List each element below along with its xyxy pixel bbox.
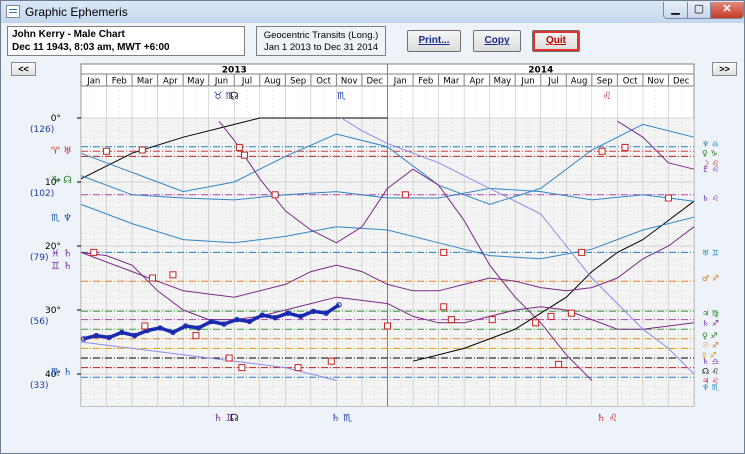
right-natal-glyph: ☉ ♐	[702, 341, 719, 350]
month-label: Aug	[264, 77, 281, 87]
month-label: Dec	[673, 77, 690, 87]
aspect-marker	[235, 143, 243, 151]
aspect-marker	[547, 312, 555, 320]
bottom-transit-glyph: ♄ ♏	[331, 413, 352, 424]
aspect-marker	[141, 322, 149, 330]
left-natal-glyph: ♈ ♅	[51, 146, 72, 157]
aspect-marker	[555, 360, 563, 368]
y-tick-alt-label: (126)	[30, 125, 54, 135]
aspect-marker	[327, 357, 335, 365]
month-label: Feb	[418, 77, 433, 87]
month-label: Nov	[647, 77, 664, 87]
right-natal-glyph: ☊ ♌	[702, 367, 719, 376]
month-label: Oct	[623, 77, 638, 87]
aspect-marker	[238, 364, 246, 372]
left-natal-glyph: ♑ ☊	[51, 175, 72, 186]
aspect-marker	[447, 316, 455, 324]
aspect-marker	[488, 316, 496, 324]
y-tick-label: 30°	[45, 306, 61, 316]
aspect-marker	[103, 147, 111, 155]
aspect-marker	[225, 354, 233, 362]
aspect-marker	[598, 147, 606, 155]
right-natal-glyph: ♄ ♌	[702, 194, 719, 203]
aspect-marker	[384, 322, 391, 330]
aspect-marker	[401, 191, 409, 199]
aspect-marker	[567, 309, 575, 317]
month-label: Sep	[290, 77, 306, 87]
month-label: Jul	[241, 77, 252, 87]
right-natal-glyph: ♀ ♐	[702, 332, 718, 341]
aspect-marker	[621, 143, 629, 151]
right-natal-glyph: ♅ ♊	[702, 248, 719, 257]
left-natal-glyph: ♓ ♄	[51, 248, 72, 259]
ephemeris-chart: 2013Jan Feb Mar Apr May Jun Jul Aug Sep Oct Nov Dec…	[30, 63, 720, 424]
month-label: Jun	[520, 77, 534, 87]
right-natal-glyph: ♆ ♏	[702, 383, 720, 392]
right-natal-glyph: ♂ ♐	[702, 274, 719, 283]
aspect-marker	[192, 332, 200, 340]
left-natal-glyph: ♊ ♄	[51, 261, 72, 272]
aspect-marker	[271, 191, 279, 199]
month-label: Jun	[214, 77, 228, 87]
left-natal-glyph: ♏ ♆	[51, 213, 72, 224]
top-transit-glyph: ♌	[603, 91, 612, 102]
month-label: Nov	[341, 77, 358, 87]
right-natal-glyph: ♆ ♎	[702, 140, 719, 149]
month-label: May	[494, 77, 512, 87]
aspect-marker	[440, 303, 448, 311]
aspect-marker	[294, 364, 302, 372]
month-label: Mar	[137, 77, 154, 87]
right-natal-glyph: ♄ ♎	[702, 357, 719, 366]
bottom-transit-glyph: ☊	[230, 413, 239, 424]
y-tick-label: 0°	[51, 114, 61, 124]
y-tick-alt-label: (79)	[30, 253, 48, 263]
month-label: Aug	[571, 77, 588, 87]
right-natal-glyph: ♄ ♐	[702, 319, 719, 328]
top-transit-glyph: ♏	[337, 91, 346, 102]
right-natal-glyph: ♃ ♍	[702, 309, 719, 318]
aspect-marker	[664, 194, 672, 202]
month-label: Dec	[367, 77, 384, 87]
month-label: Mar	[443, 77, 460, 87]
bottom-transit-glyph: ♄ ♌	[597, 413, 618, 424]
aspect-marker	[440, 248, 448, 256]
y-tick-alt-label: (33)	[30, 381, 48, 391]
aspect-marker	[138, 146, 146, 154]
aspect-marker	[90, 248, 98, 256]
aspect-marker	[240, 151, 248, 159]
aspect-marker	[169, 271, 177, 279]
aspect-marker	[149, 274, 157, 282]
month-label: Apr	[163, 77, 178, 87]
right-natal-glyph: ♀ ♑	[702, 149, 718, 158]
graphic-ephemeris-window: Graphic Ephemeris ▁ ▢ ✕ John Kerry - Mal…	[0, 0, 745, 454]
month-label: Sep	[597, 77, 613, 87]
month-label: Apr	[470, 77, 485, 87]
month-label: Jan	[86, 77, 100, 87]
aspect-marker	[532, 319, 540, 327]
y-tick-alt-label: (102)	[30, 189, 54, 199]
right-natal-glyph: ♇ ♌	[702, 165, 719, 174]
month-label: May	[187, 77, 205, 87]
top-transit-glyph: ☊	[230, 91, 239, 102]
month-label: Jan	[393, 77, 407, 87]
aspect-marker	[578, 248, 586, 256]
left-natal-glyph: ♏ ♄	[51, 367, 72, 378]
month-label: Jul	[547, 77, 558, 87]
y-tick-alt-label: (56)	[30, 317, 48, 327]
month-label: Feb	[112, 77, 127, 87]
month-label: Oct	[316, 77, 331, 87]
